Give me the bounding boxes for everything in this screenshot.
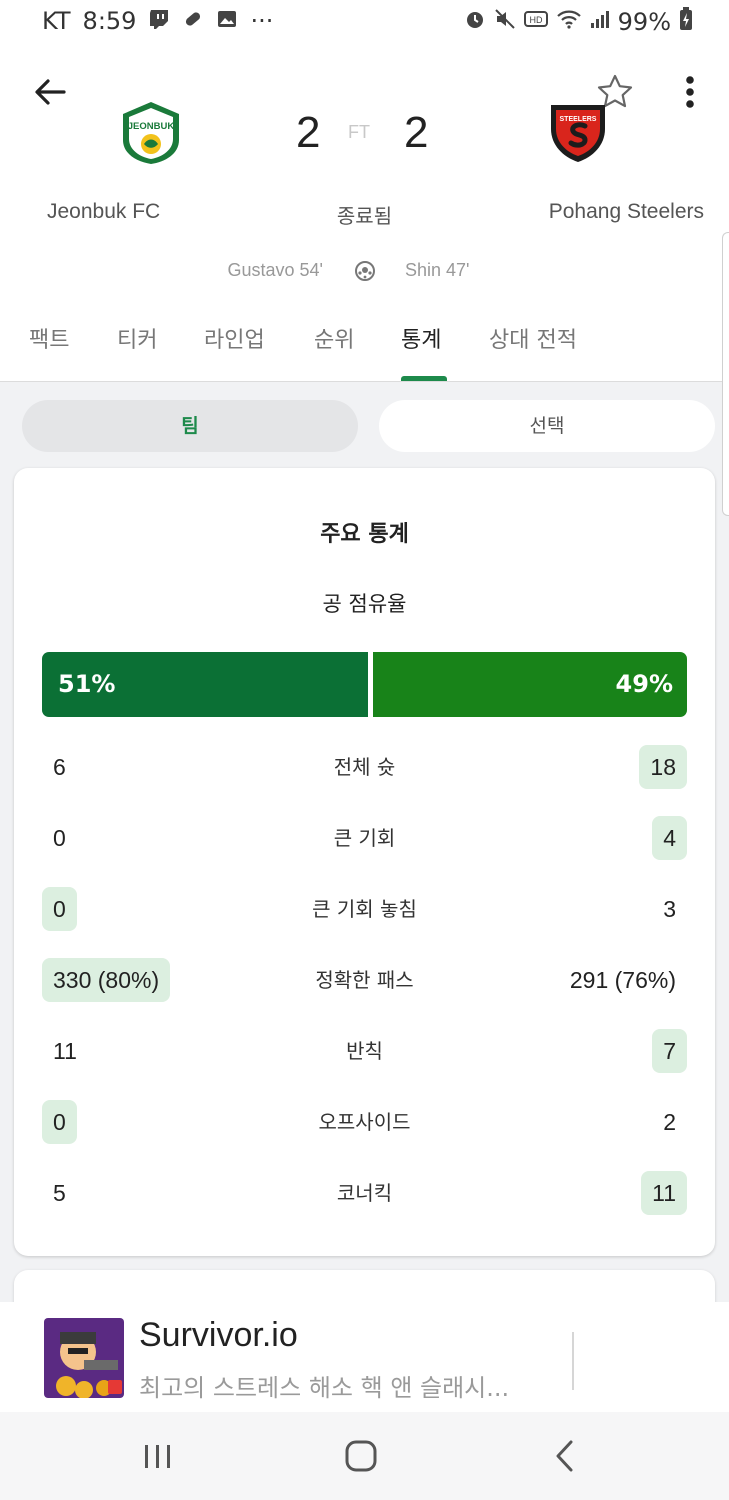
carrier-label: KT [42, 7, 71, 35]
stat-label: 전체 슛 [333, 755, 396, 779]
stat-row-offsides: 0 오프사이드 2 [42, 1100, 687, 1144]
away-crest-text: STEELERS [560, 116, 597, 123]
twitch-icon [148, 8, 170, 35]
away-team-name[interactable]: Pohang Steelers [549, 200, 704, 224]
ad-banner[interactable]: Survivor.io 최고의 스트레스 해소 핵 앤 슬래시... [0, 1302, 729, 1412]
arrow-left-icon [35, 79, 66, 105]
home-crest-text: JEONBUK [128, 121, 175, 132]
tab-lineup[interactable]: 라인업 [204, 322, 265, 382]
away-scorer: Shin 47' [405, 260, 470, 280]
more-notifications-icon: ··· [250, 7, 274, 35]
away-team-crest[interactable]: STEELERS [545, 99, 611, 165]
clock: 8:59 [82, 7, 137, 35]
svg-text:HD: HD [529, 15, 542, 25]
stat-label: 코너킥 [336, 1181, 393, 1205]
stat-label: 반칙 [346, 1039, 383, 1063]
tab-facts[interactable]: 팩트 [29, 322, 69, 382]
home-button[interactable] [337, 1432, 385, 1480]
image-icon [216, 8, 238, 35]
more-options-button[interactable] [672, 72, 708, 112]
system-back-button[interactable] [541, 1432, 589, 1480]
stat-row-big-chances-missed: 0 큰 기회 놓침 3 [42, 887, 687, 931]
away-stat-value: 291 (76%) [569, 967, 676, 993]
tab-stats[interactable]: 통계 [401, 322, 441, 382]
home-score: 2 [296, 108, 321, 157]
stat-row-total-shots: 6 전체 슛 18 [42, 745, 687, 789]
away-stat-value: 11 [641, 1171, 687, 1215]
ad-app-icon[interactable] [44, 1318, 124, 1398]
stat-row-corners: 5 코너킥 11 [42, 1171, 687, 1215]
signal-icon [590, 8, 610, 35]
team-stats-toggle[interactable]: 팀 [22, 400, 358, 452]
ad-title[interactable]: Survivor.io [139, 1316, 298, 1355]
key-stats-card: 주요 통계 공 점유율 51% 49% 6 전체 슛 18 0 큰 기회 4 0… [14, 468, 715, 1256]
away-score: 2 [404, 108, 429, 157]
stat-row-accurate-passes: 330 (80%) 정확한 패스 291 (76%) [42, 958, 687, 1002]
away-stat-value: 2 [663, 1109, 676, 1135]
tab-ticker[interactable]: 티커 [117, 322, 157, 382]
hd-icon: HD [523, 9, 548, 34]
away-stat-value: 3 [663, 896, 676, 922]
mute-icon [494, 8, 516, 35]
recent-apps-icon [145, 1445, 170, 1468]
battery-level: 99% [617, 7, 671, 36]
possession-bar: 51% 49% [42, 652, 687, 717]
away-stat-value: 18 [639, 745, 687, 789]
tab-bar: 팩트 티커 라인업 순위 통계 상대 전적 [0, 322, 729, 382]
soccer-ball-icon [354, 260, 376, 282]
battery-charging-icon [679, 7, 693, 36]
stat-label: 큰 기회 [333, 826, 396, 850]
key-stats-title: 주요 통계 [320, 522, 409, 547]
ad-divider [572, 1332, 574, 1390]
tab-standings[interactable]: 순위 [314, 322, 354, 382]
vertical-dots-icon [686, 76, 694, 108]
stat-row-fouls: 11 반칙 7 [42, 1029, 687, 1073]
home-possession: 51% [42, 652, 368, 717]
away-possession: 49% [373, 652, 687, 717]
home-icon [345, 1440, 377, 1472]
ad-description: 최고의 스트레스 해소 핵 앤 슬래시... [139, 1374, 510, 1402]
back-button[interactable] [30, 72, 70, 112]
tabs-divider [0, 381, 729, 382]
player-stats-toggle[interactable]: 선택 [379, 400, 715, 452]
possession-label: 공 점유율 [322, 592, 407, 616]
home-team-crest[interactable]: JEONBUK [118, 100, 184, 166]
edge-panel-handle[interactable] [722, 232, 729, 516]
stat-label: 오프사이드 [318, 1110, 411, 1134]
chevron-left-icon [556, 1440, 573, 1472]
away-stat-value: 4 [652, 816, 687, 860]
tab-head-to-head[interactable]: 상대 전적 [489, 322, 577, 382]
recent-apps-button[interactable] [134, 1432, 182, 1480]
wifi-icon [556, 8, 582, 35]
pill-icon [182, 8, 204, 35]
away-stat-value: 7 [652, 1029, 687, 1073]
stat-label: 큰 기회 놓침 [312, 897, 417, 921]
full-time-label: FT [348, 122, 370, 142]
stat-row-big-chances: 0 큰 기회 4 [42, 816, 687, 860]
home-scorer: Gustavo 54' [227, 260, 324, 280]
alarm-icon [464, 8, 486, 35]
system-navigation-bar [0, 1412, 729, 1500]
status-bar: KT 8:59 ··· HD 99% [0, 0, 729, 44]
